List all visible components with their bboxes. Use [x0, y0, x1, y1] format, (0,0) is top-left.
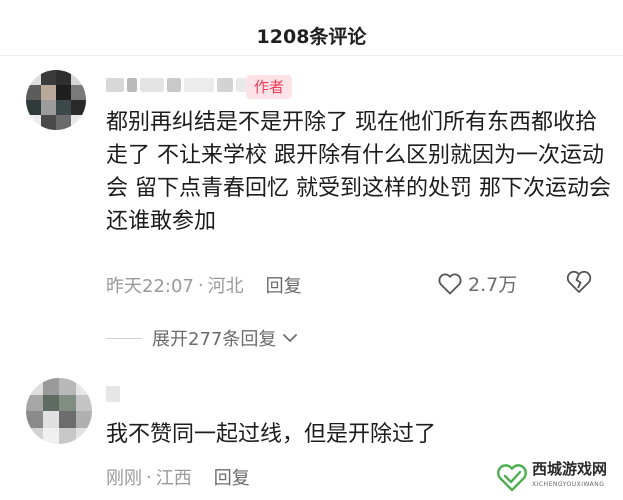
comment-meta: 昨天22:07 · 河北 回复 [106, 272, 302, 298]
comment-time: 刚刚 [106, 468, 142, 489]
header-divider [0, 55, 623, 56]
comment-time: 昨天22:07 [106, 276, 194, 297]
comment-text: 我不赞同一起过线，但是开除过了 [106, 422, 437, 447]
reply-button[interactable]: 回复 [214, 464, 250, 490]
meta-separator: · [146, 466, 152, 488]
comment-meta: 刚刚 · 江西 回复 [106, 464, 250, 490]
like-button[interactable]: 2.7万 [438, 270, 517, 297]
comments-page: 1208条评论 作者 都别再纠结是不是开除了 现在他们所有东西都收拾走了 不让来… [0, 0, 623, 500]
comment-location: 河北 [207, 276, 244, 297]
expand-replies-button[interactable]: 展开277条回复 [106, 325, 298, 351]
avatar[interactable] [26, 70, 86, 130]
dislike-button[interactable] [566, 270, 592, 298]
heart-icon [438, 273, 462, 294]
reply-button[interactable]: 回复 [266, 272, 302, 298]
comment-text: 都别再纠结是不是开除了 现在他们所有东西都收拾走了 不让来学校 跟开除有什么区别… [106, 110, 611, 234]
watermark-subtext: XICHENGYOUXIWANG [532, 481, 605, 488]
like-count: 2.7万 [468, 274, 518, 296]
avatar[interactable] [26, 378, 92, 444]
watermark-label: 西城游戏网 XICHENGYOUXIWANG [532, 461, 607, 493]
broken-heart-icon [566, 270, 592, 293]
username-blurred[interactable] [106, 78, 256, 92]
comment-location: 江西 [155, 468, 192, 489]
expand-line [106, 337, 142, 339]
expand-replies-label: 展开277条回复 [152, 329, 277, 350]
comment-count-title: 1208条评论 [256, 26, 367, 48]
chevron-down-icon [283, 334, 298, 342]
watermark-text: 西城游戏网 [532, 460, 608, 478]
watermark: 西城游戏网 XICHENGYOUXIWANG [496, 458, 616, 496]
author-badge: 作者 [246, 75, 293, 99]
meta-separator: · [197, 274, 204, 296]
heart-logo-icon [497, 464, 527, 492]
username-blurred[interactable] [106, 386, 120, 402]
